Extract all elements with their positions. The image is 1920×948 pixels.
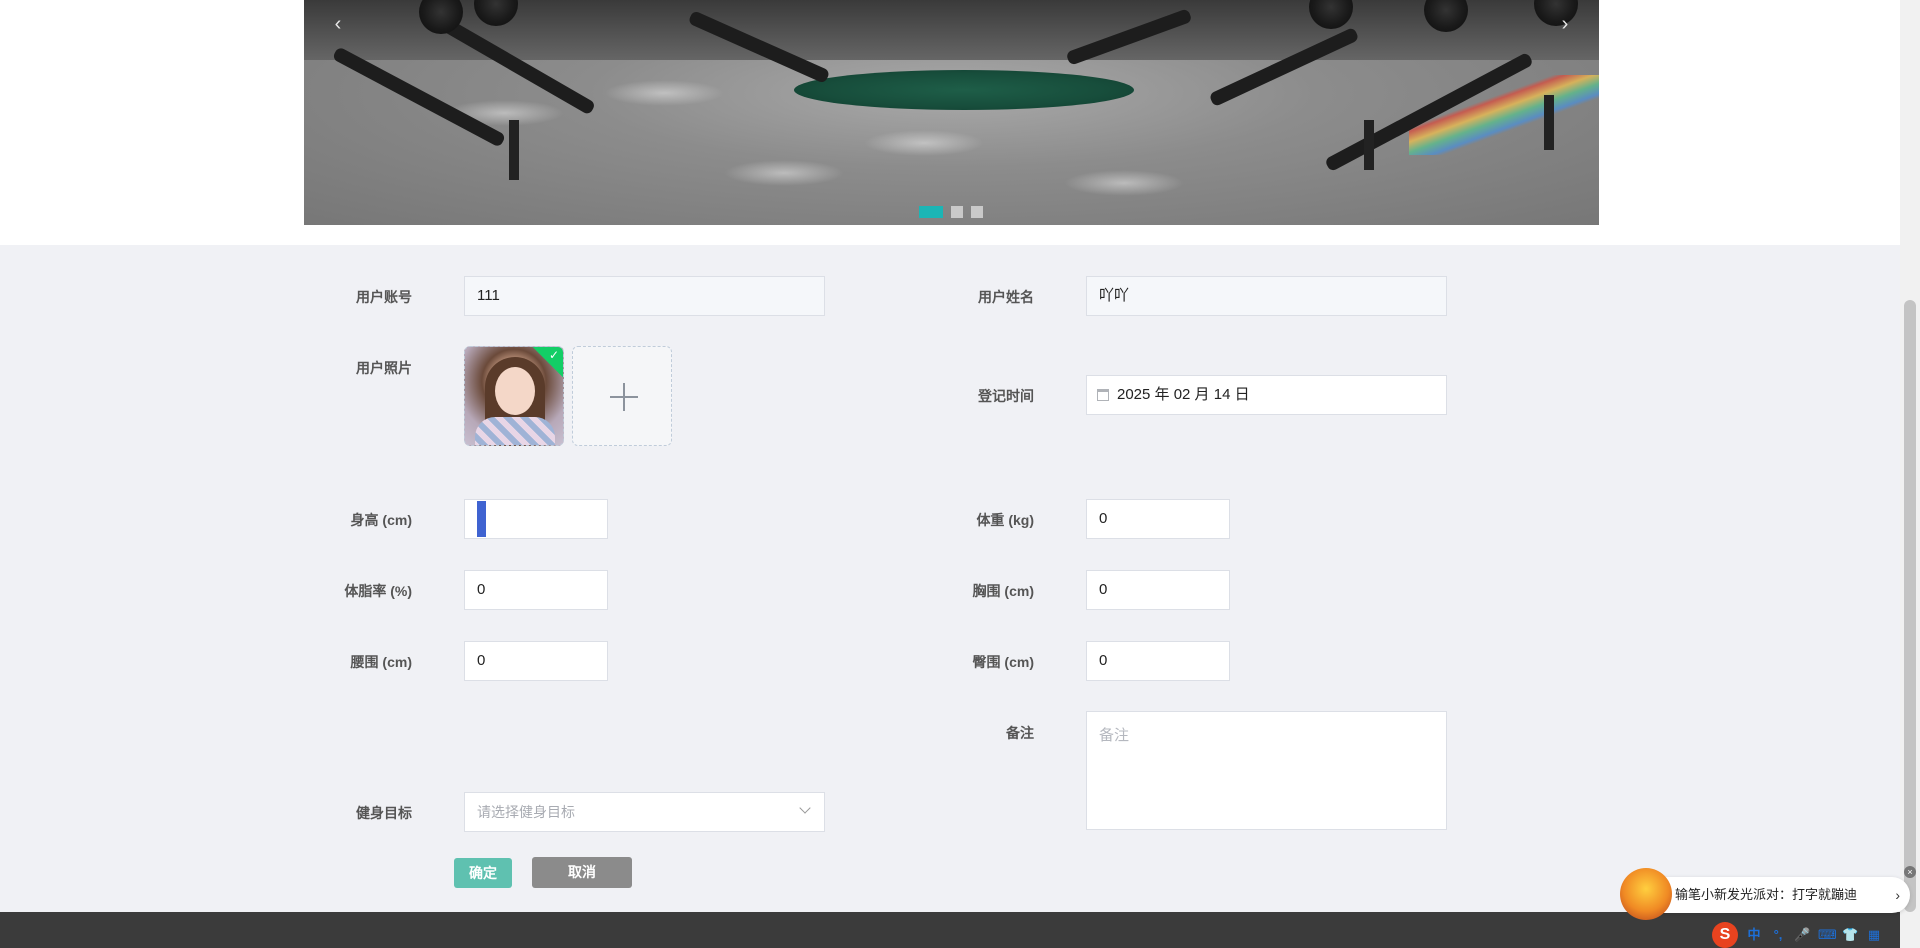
goal-select[interactable]: 请选择健身目标 [464,792,825,832]
register-time-input[interactable]: 2025 年 02 月 14 日 [1086,375,1447,415]
account-label: 用户账号 [356,289,412,305]
weight-input[interactable]: 0 [1086,499,1230,539]
gym-light [724,160,844,186]
carousel-indicators [919,206,983,218]
cancel-button[interactable]: 取消 [532,857,632,888]
ime-toolbar: S 中 °, 🎤 ⌨ 👕 ▦ [1712,922,1882,948]
weight-plate [1309,0,1353,29]
name-input[interactable]: 吖吖 [1086,276,1447,316]
skin-icon[interactable]: 👕 [1842,927,1858,943]
photo-label: 用户照片 [356,360,412,376]
hip-label: 臀围 (cm) [972,654,1034,670]
gym-light [1064,170,1184,196]
punctuation-icon[interactable]: °, [1770,927,1786,943]
weight-plate [1424,0,1468,32]
photo-shirt [475,417,555,445]
bench-leg [509,120,519,180]
keyboard-icon[interactable]: ⌨ [1818,927,1837,943]
sogou-logo-icon[interactable]: S [1712,922,1738,948]
carousel-dot-3[interactable] [971,206,983,218]
gym-floor-ring [794,70,1134,110]
height-input[interactable] [464,499,608,539]
remark-textarea[interactable]: 备注 [1086,711,1447,830]
chest-label: 胸围 (cm) [972,583,1034,599]
gym-carousel[interactable]: ‹ › [304,0,1599,225]
carousel-prev-button[interactable]: ‹ [326,12,350,36]
body-fat-label: 体脂率 (%) [344,583,412,599]
microphone-icon[interactable]: 🎤 [1794,927,1810,943]
calendar-icon [1097,389,1109,401]
carousel-dot-2[interactable] [951,206,963,218]
chest-input[interactable]: 0 [1086,570,1230,610]
gym-light [604,80,724,106]
bench-leg [1544,95,1554,150]
gym-light [864,130,984,156]
bench [1065,8,1193,66]
plus-icon [623,383,625,411]
ime-close-button[interactable]: × [1904,866,1916,878]
photo-face [495,367,535,415]
ime-mascot-icon [1620,868,1672,920]
height-label: 身高 (cm) [350,512,412,528]
bench-leg [1364,120,1374,170]
toolbox-icon[interactable]: ▦ [1866,927,1882,943]
weight-label: 体重 (kg) [976,512,1034,528]
account-input[interactable]: 111 [464,276,825,316]
check-icon: ✓ [548,348,559,362]
scrollbar-thumb[interactable] [1904,300,1916,912]
ime-mode-toggle[interactable]: 中 [1746,927,1762,943]
hip-input[interactable]: 0 [1086,641,1230,681]
register-time-label: 登记时间 [978,388,1034,404]
remark-label: 备注 [1006,725,1034,741]
banner-area: ‹ › [0,0,1900,245]
body-fat-input[interactable]: 0 [464,570,608,610]
weight-plate [474,0,518,26]
carousel-next-button[interactable]: › [1553,12,1577,36]
name-label: 用户姓名 [978,289,1034,305]
text-selection-highlight [477,501,486,537]
upload-add-button[interactable] [572,346,672,446]
uploaded-photo-thumbnail[interactable]: ✓ [464,346,564,446]
confirm-button[interactable]: 确定 [454,858,512,888]
carousel-dot-1[interactable] [919,206,943,218]
waist-label: 腰围 (cm) [350,654,412,670]
ime-promo-banner[interactable]: 输笔小新发光派对：打字就蹦迪 › [1631,877,1910,913]
ime-promo-text: 输笔小新发光派对：打字就蹦迪 [1675,887,1858,902]
chevron-right-icon[interactable]: › [1895,877,1900,913]
goal-label: 健身目标 [356,805,412,821]
waist-input[interactable]: 0 [464,641,608,681]
page-footer [0,912,1900,948]
